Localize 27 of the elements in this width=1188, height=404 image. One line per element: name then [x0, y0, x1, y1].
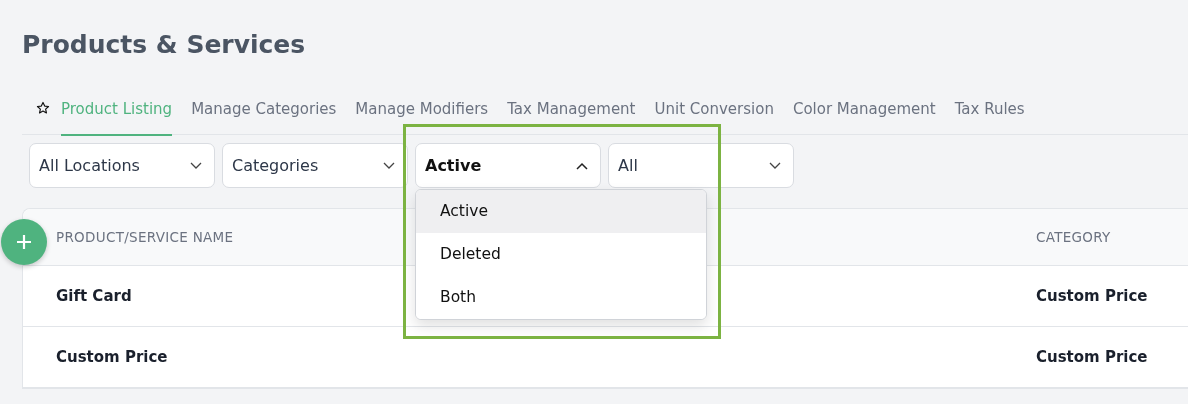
filter-dropdown[interactable]: Active — [415, 143, 601, 188]
table-cell: Custom Price — [1036, 348, 1148, 366]
column-header: PRODUCT/SERVICE NAME — [56, 229, 234, 245]
tab[interactable]: Tax Rules — [954, 98, 1025, 136]
star-icon — [36, 101, 50, 115]
table-cell: Custom Price — [1036, 287, 1148, 305]
tab[interactable]: Unit Conversion — [654, 98, 774, 136]
tab[interactable]: Manage Categories — [191, 98, 337, 136]
table-cell: Custom Price — [56, 348, 168, 366]
page-title: Products & Services — [22, 30, 307, 60]
chevron-up-icon — [576, 161, 588, 170]
filter-dropdown[interactable]: All — [608, 143, 794, 188]
tab[interactable]: Color Management — [792, 98, 936, 136]
dropdown-option[interactable]: Both — [416, 276, 706, 319]
table-cell: Gift Card — [56, 287, 132, 305]
filter-dropdown[interactable]: Categories — [222, 143, 408, 188]
chevron-down-icon — [769, 161, 781, 170]
dropdown-option[interactable]: Deleted — [416, 233, 706, 276]
dropdown-option[interactable]: Active — [416, 190, 706, 233]
add-button[interactable] — [1, 219, 47, 265]
chevron-down-icon — [190, 161, 202, 170]
column-header: CATEGORY — [1036, 229, 1111, 245]
filter-dropdown[interactable]: All Locations — [29, 143, 215, 188]
plus-icon — [16, 234, 32, 250]
chevron-down-icon — [383, 161, 395, 170]
tab[interactable]: Tax Management — [507, 98, 636, 136]
tab[interactable]: Manage Modifiers — [355, 98, 489, 136]
